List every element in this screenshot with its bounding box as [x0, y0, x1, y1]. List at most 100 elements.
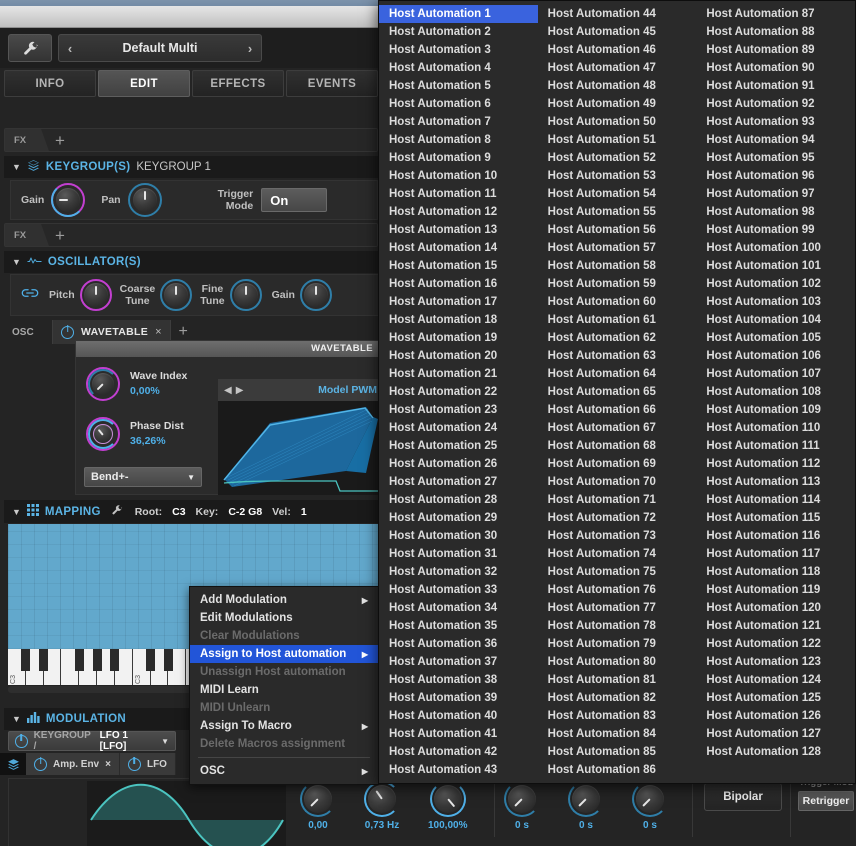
host-automation-item[interactable]: Host Automation 113	[696, 473, 855, 491]
host-automation-item[interactable]: Host Automation 75	[538, 563, 697, 581]
host-automation-item[interactable]: Host Automation 23	[379, 401, 538, 419]
host-automation-item[interactable]: Host Automation 12	[379, 203, 538, 221]
host-automation-item[interactable]: Host Automation 84	[538, 725, 697, 743]
bipolar-button[interactable]: Bipolar	[704, 783, 782, 811]
host-automation-item[interactable]: Host Automation 20	[379, 347, 538, 365]
host-automation-item[interactable]: Host Automation 110	[696, 419, 855, 437]
host-automation-item[interactable]: Host Automation 30	[379, 527, 538, 545]
host-automation-item[interactable]: Host Automation 83	[538, 707, 697, 725]
host-automation-item[interactable]: Host Automation 14	[379, 239, 538, 257]
lfo-knob-2[interactable]: 100,00%	[428, 781, 467, 831]
host-automation-item[interactable]: Host Automation 74	[538, 545, 697, 563]
host-automation-item[interactable]: Host Automation 1	[379, 5, 538, 23]
host-automation-item[interactable]: Host Automation 7	[379, 113, 538, 131]
host-automation-item[interactable]: Host Automation 114	[696, 491, 855, 509]
fx-add-button[interactable]: +	[55, 132, 65, 149]
host-automation-item[interactable]: Host Automation 22	[379, 383, 538, 401]
host-automation-item[interactable]: Host Automation 49	[538, 95, 697, 113]
gain-knob[interactable]	[51, 183, 86, 217]
tab-effects[interactable]: EFFECTS	[192, 70, 284, 97]
link-icon[interactable]	[21, 286, 39, 305]
osc-gain-knob[interactable]	[299, 279, 332, 311]
host-automation-item[interactable]: Host Automation 64	[538, 365, 697, 383]
fine-tune-knob[interactable]	[229, 279, 262, 311]
context-menu-item[interactable]: Edit Modulations	[190, 609, 378, 627]
host-automation-item[interactable]: Host Automation 118	[696, 563, 855, 581]
host-automation-item[interactable]: Host Automation 34	[379, 599, 538, 617]
host-automation-item[interactable]: Host Automation 24	[379, 419, 538, 437]
mapping-section-header[interactable]: ▼ MAPPING Root: C3 Key: C-2 G8 Vel: 1	[4, 500, 378, 523]
host-automation-item[interactable]: Host Automation 92	[696, 95, 855, 113]
host-automation-item[interactable]: Host Automation 29	[379, 509, 538, 527]
wrench-icon[interactable]	[8, 34, 52, 62]
host-automation-item[interactable]: Host Automation 105	[696, 329, 855, 347]
coarse-tune-knob[interactable]	[160, 279, 193, 311]
tab-edit[interactable]: EDIT	[98, 70, 190, 97]
piano-black-key[interactable]	[110, 649, 120, 671]
host-automation-item[interactable]: Host Automation 59	[538, 275, 697, 293]
piano-black-key[interactable]	[145, 649, 155, 671]
mod-tab-amp-env[interactable]: Amp. Env ×	[26, 753, 120, 775]
host-automation-item[interactable]: Host Automation 104	[696, 311, 855, 329]
wave-index-knob[interactable]	[86, 367, 120, 401]
phase-dist-knob[interactable]	[86, 417, 120, 451]
host-automation-item[interactable]: Host Automation 62	[538, 329, 697, 347]
host-automation-item[interactable]: Host Automation 121	[696, 617, 855, 635]
host-automation-item[interactable]: Host Automation 3	[379, 41, 538, 59]
host-automation-item[interactable]: Host Automation 25	[379, 437, 538, 455]
host-automation-item[interactable]: Host Automation 58	[538, 257, 697, 275]
host-automation-item[interactable]: Host Automation 89	[696, 41, 855, 59]
context-menu-item[interactable]: Assign To Macro ▶	[190, 717, 378, 735]
host-automation-item[interactable]: Host Automation 93	[696, 113, 855, 131]
host-automation-item[interactable]: Host Automation 127	[696, 725, 855, 743]
piano-black-key[interactable]	[39, 649, 49, 671]
host-automation-item[interactable]: Host Automation 45	[538, 23, 697, 41]
host-automation-item[interactable]: Host Automation 43	[379, 761, 538, 779]
host-automation-item[interactable]: Host Automation 72	[538, 509, 697, 527]
host-automation-item[interactable]: Host Automation 77	[538, 599, 697, 617]
host-automation-item[interactable]: Host Automation 111	[696, 437, 855, 455]
lfo-knob-4[interactable]: 0 s	[568, 781, 604, 831]
host-automation-item[interactable]: Host Automation 44	[538, 5, 697, 23]
host-automation-item[interactable]: Host Automation 116	[696, 527, 855, 545]
host-automation-item[interactable]: Host Automation 120	[696, 599, 855, 617]
host-automation-item[interactable]: Host Automation 97	[696, 185, 855, 203]
host-automation-item[interactable]: Host Automation 117	[696, 545, 855, 563]
close-icon-amp-env[interactable]: ×	[105, 759, 111, 770]
host-automation-item[interactable]: Host Automation 87	[696, 5, 855, 23]
wavetable-display[interactable]: ◀ ▶ Model PWM	[218, 379, 383, 495]
tab-events[interactable]: EVENTS	[286, 70, 378, 97]
bend-mode-select[interactable]: Bend+- ▼	[84, 467, 202, 487]
host-automation-item[interactable]: Host Automation 88	[696, 23, 855, 41]
context-menu-item[interactable]: MIDI Learn	[190, 681, 378, 699]
fx-tab-label[interactable]: FX	[5, 129, 49, 151]
host-automation-item[interactable]: Host Automation 33	[379, 581, 538, 599]
piano-black-key[interactable]	[74, 649, 84, 671]
host-automation-item[interactable]: Host Automation 123	[696, 653, 855, 671]
power-icon[interactable]	[61, 325, 74, 339]
host-automation-item[interactable]: Host Automation 106	[696, 347, 855, 365]
host-automation-item[interactable]: Host Automation 26	[379, 455, 538, 473]
host-automation-item[interactable]: Host Automation 95	[696, 149, 855, 167]
trigger-mode-value[interactable]: On	[261, 188, 328, 212]
power-icon-amp-env[interactable]	[34, 757, 47, 771]
host-automation-item[interactable]: Host Automation 47	[538, 59, 697, 77]
preset-next-button[interactable]: ›	[239, 41, 261, 56]
host-automation-item[interactable]: Host Automation 17	[379, 293, 538, 311]
host-automation-item[interactable]: Host Automation 85	[538, 743, 697, 761]
lfo-knob-5[interactable]: 0 s	[632, 781, 668, 831]
host-automation-item[interactable]: Host Automation 124	[696, 671, 855, 689]
lfo-knob-3[interactable]: 0 s	[504, 781, 540, 831]
lfo-knob-1[interactable]: 0,73 Hz	[364, 781, 400, 831]
host-automation-item[interactable]: Host Automation 122	[696, 635, 855, 653]
host-automation-item[interactable]: Host Automation 67	[538, 419, 697, 437]
host-automation-item[interactable]: Host Automation 15	[379, 257, 538, 275]
host-automation-item[interactable]: Host Automation 68	[538, 437, 697, 455]
host-automation-item[interactable]: Host Automation 5	[379, 77, 538, 95]
host-automation-item[interactable]: Host Automation 125	[696, 689, 855, 707]
host-automation-item[interactable]: Host Automation 19	[379, 329, 538, 347]
host-automation-item[interactable]: Host Automation 109	[696, 401, 855, 419]
host-automation-item[interactable]: Host Automation 126	[696, 707, 855, 725]
host-automation-item[interactable]: Host Automation 94	[696, 131, 855, 149]
host-automation-item[interactable]: Host Automation 108	[696, 383, 855, 401]
